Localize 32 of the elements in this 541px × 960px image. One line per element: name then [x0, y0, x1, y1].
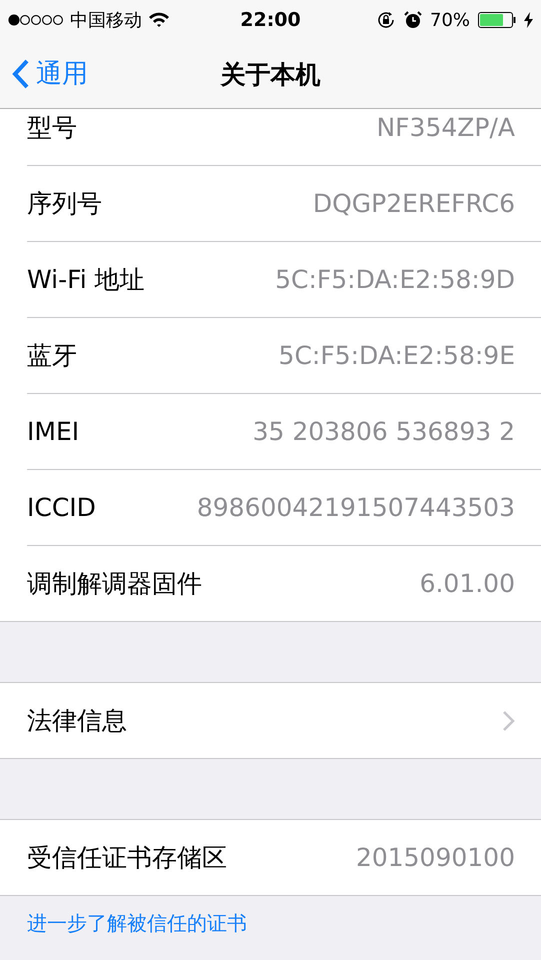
row-value: NF354ZP/A	[376, 113, 515, 142]
row-value: DQGP2EREFRC6	[312, 189, 515, 218]
row-value: 35 203806 536893 2	[252, 417, 515, 446]
page-title: 关于本机	[220, 58, 320, 90]
rotation-lock-icon	[376, 10, 396, 30]
back-button[interactable]: 通用	[12, 56, 88, 91]
row-label: 受信任证书存储区	[27, 842, 228, 874]
status-time: 22:00	[240, 9, 301, 31]
row-value: 89860042191507443503	[196, 493, 515, 522]
row-label: IMEI	[27, 417, 80, 446]
chevron-icon	[502, 710, 515, 732]
signal-icon	[8, 14, 64, 26]
row-value: 2015090100	[356, 843, 515, 872]
row-label: 法律信息	[27, 705, 128, 737]
menu-row[interactable]: 法律信息	[27, 683, 541, 758]
row-value: 5C:F5:DA:E2:58:9E	[278, 341, 515, 370]
row-label: 型号	[27, 112, 78, 144]
row-label: 蓝牙	[27, 340, 78, 372]
back-chevron-icon	[12, 58, 30, 88]
row-label: 调制解调器固件	[27, 568, 203, 600]
row-label: 序列号	[27, 188, 103, 220]
charging-icon	[524, 12, 534, 28]
alarm-icon	[404, 11, 422, 29]
learn-more-link[interactable]: 进一步了解被信任的证书	[0, 896, 274, 951]
wifi-icon	[148, 12, 170, 28]
row-label: ICCID	[27, 493, 97, 522]
battery-percent: 70%	[430, 10, 470, 30]
battery-icon	[478, 12, 516, 28]
row-label: Wi-Fi 地址	[27, 264, 146, 296]
row-value: 6.01.00	[420, 569, 515, 598]
row-value: 5C:F5:DA:E2:58:9D	[275, 265, 515, 294]
carrier-name: 中国移动	[70, 9, 142, 32]
